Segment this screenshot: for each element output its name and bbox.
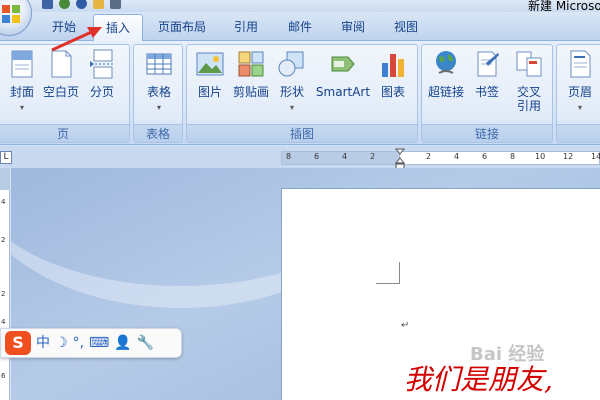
smartart-button[interactable]: SmartArt	[315, 49, 371, 99]
group-links-label: 链接	[422, 124, 552, 142]
clip-art-icon	[238, 51, 264, 77]
horizontal-ruler-margin	[281, 151, 400, 165]
clip-art-label: 剪贴画	[232, 85, 269, 99]
ruler-tick: 12	[563, 152, 574, 161]
group-header-footer-label	[557, 124, 600, 142]
hyperlink-label: 超链接	[427, 85, 464, 99]
ime-toolbar[interactable]: S 中 ☽ °, ⌨ 👤 🔧	[0, 328, 182, 358]
group-illustrations: 图片 剪贴画 形状 ▾ SmartArt 图表 插图	[186, 44, 418, 143]
title-bar: 新建 Microsoft	[0, 0, 600, 13]
globe-icon	[436, 51, 456, 74]
table-icon	[146, 53, 172, 75]
cover-page-icon	[11, 50, 33, 78]
tab-page-layout[interactable]: 页面布局	[146, 14, 218, 40]
ruler-tick: 2	[370, 152, 376, 161]
group-illustrations-label: 插图	[187, 124, 417, 142]
header-icon	[570, 50, 591, 78]
save-icon[interactable]	[42, 0, 53, 9]
ruler-tick: 4	[454, 152, 460, 161]
user-icon[interactable]: 👤	[114, 333, 131, 353]
table-label: 表格	[146, 85, 171, 99]
vertical-ruler-tick: 4	[1, 198, 6, 206]
clip-art-button[interactable]: 剪贴画	[231, 49, 271, 99]
header-label: 页眉	[567, 85, 592, 99]
margin-corner-mark	[376, 262, 400, 284]
cover-page-button[interactable]: 封面 ▾	[5, 49, 39, 115]
ruler-tick: 6	[482, 152, 488, 161]
vertical-ruler-tick: 6	[1, 372, 6, 380]
page-break-label: 分页	[89, 85, 114, 99]
cross-reference-label-2: 引用	[516, 99, 541, 113]
redo-icon[interactable]	[76, 0, 87, 9]
tab-view[interactable]: 视图	[384, 14, 428, 40]
chevron-down-icon: ▾	[577, 103, 582, 112]
shapes-button[interactable]: 形状 ▾	[275, 49, 309, 115]
bookmark-button[interactable]: 书签	[470, 49, 504, 99]
annotation-arrow-icon	[51, 27, 102, 52]
table-button[interactable]: 表格 ▾	[140, 49, 178, 115]
chart-icon	[382, 54, 404, 77]
ime-chinese-mode[interactable]: 中	[36, 333, 50, 353]
vertical-ruler-margin	[0, 168, 10, 190]
undo-icon[interactable]	[59, 0, 70, 9]
cover-page-label: 封面	[9, 85, 34, 99]
ruler-tick: 14	[591, 152, 600, 161]
wrench-icon[interactable]: 🔧	[137, 333, 154, 353]
chart-label: 图表	[380, 85, 405, 99]
open-icon[interactable]	[93, 0, 104, 9]
group-header-footer: 页眉 ▾	[556, 44, 600, 143]
smartart-label: SmartArt	[315, 85, 371, 99]
bookmark-icon	[477, 51, 499, 77]
office-logo-icon	[2, 5, 20, 23]
sogou-logo-icon[interactable]: S	[5, 331, 31, 355]
cross-reference-button[interactable]: 交叉 引用	[510, 49, 548, 113]
punctuation-icon[interactable]: °,	[73, 333, 84, 353]
chevron-down-icon: ▾	[19, 103, 24, 112]
ruler-tick: 10	[535, 152, 546, 161]
ruler-tick: 2	[426, 152, 432, 161]
ruler-tick: 8	[286, 152, 292, 161]
bookmark-label: 书签	[474, 85, 499, 99]
quick-access-toolbar	[42, 0, 121, 10]
keyboard-icon[interactable]: ⌨	[89, 333, 109, 353]
shapes-label: 形状	[279, 85, 304, 99]
hyperlink-button[interactable]: 超链接	[426, 49, 466, 99]
tab-selector[interactable]: L	[0, 151, 12, 164]
tab-references[interactable]: 引用	[224, 14, 268, 40]
picture-icon	[196, 52, 224, 76]
group-links: 超链接 书签 交叉 引用 链接	[421, 44, 553, 143]
ruler-tick: 6	[314, 152, 320, 161]
tab-review[interactable]: 审阅	[331, 14, 375, 40]
chevron-down-icon: ▾	[289, 103, 294, 112]
smartart-icon	[331, 56, 355, 72]
shapes-icon	[278, 51, 304, 77]
chevron-down-icon: ▾	[156, 103, 161, 112]
chart-button[interactable]: 图表	[375, 49, 411, 99]
group-tables: 表格 ▾ 表格	[133, 44, 183, 143]
document-text[interactable]: 我们是朋友,	[404, 358, 553, 398]
moon-icon[interactable]: ☽	[55, 333, 68, 353]
header-button[interactable]: 页眉 ▾	[563, 49, 597, 115]
ruler-tick: 4	[342, 152, 348, 161]
cross-reference-label-1: 交叉	[516, 85, 541, 99]
picture-label: 图片	[197, 85, 222, 99]
tab-mailings[interactable]: 邮件	[278, 14, 322, 40]
vertical-ruler-tick: 2	[1, 290, 6, 298]
group-pages-label: 页	[0, 124, 129, 142]
vertical-ruler-tick: 4	[1, 318, 6, 326]
cross-reference-icon	[516, 51, 542, 77]
blank-page-label: 空白页	[42, 85, 79, 99]
paragraph-mark: ↵	[401, 320, 410, 331]
group-tables-label: 表格	[134, 124, 182, 142]
print-icon[interactable]	[110, 0, 121, 9]
vertical-ruler-tick: 2	[1, 236, 6, 244]
ruler-tick: 8	[510, 152, 516, 161]
group-pages: 封面 ▾ 空白页 分页 页	[0, 44, 130, 143]
picture-button[interactable]: 图片	[193, 49, 227, 99]
indent-marker[interactable]	[395, 148, 405, 170]
